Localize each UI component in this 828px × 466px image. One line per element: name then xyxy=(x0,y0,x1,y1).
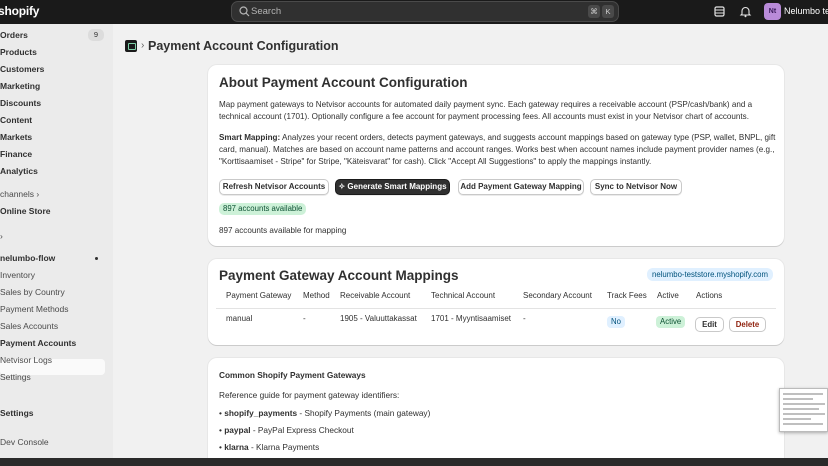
gateway-key: klarna xyxy=(224,442,249,452)
sidebar-app-item-settings[interactable]: Settings xyxy=(0,372,31,382)
sidebar-app-item-sales-accounts[interactable]: Sales Accounts xyxy=(0,321,58,331)
search-placeholder: Search xyxy=(251,6,282,17)
column-header-track-fees: Track Fees xyxy=(607,291,647,300)
sidebar-item-markets[interactable]: Markets xyxy=(0,132,32,142)
column-header-active: Active xyxy=(657,291,679,300)
cell-gateway: manual xyxy=(226,314,253,323)
sidebar-item-marketing[interactable]: Marketing xyxy=(0,81,40,91)
cell-secondary: - xyxy=(523,314,526,323)
generate-smart-mappings-button[interactable]: ✧ Generate Smart Mappings xyxy=(335,179,450,195)
app-icon[interactable] xyxy=(125,40,137,52)
shopify-logo[interactable]: shopify xyxy=(0,4,39,18)
sidebar-item-customers[interactable]: Customers xyxy=(0,64,44,74)
accounts-available-badge: 897 accounts available xyxy=(219,203,307,215)
smart-mapping-text: Analyzes your recent orders, detects pay… xyxy=(219,133,776,166)
list-item: • paypal - PayPal Express Checkout xyxy=(219,425,354,435)
gateway-desc: - Shopify Payments (main gateway) xyxy=(297,408,431,418)
active-status-badge: Active xyxy=(656,316,686,328)
sidebar-item-discounts[interactable]: Discounts xyxy=(0,98,41,108)
search-icon xyxy=(239,6,250,17)
bell-icon[interactable] xyxy=(739,5,752,18)
sidebar-item-orders[interactable]: Orders xyxy=(0,30,28,40)
command-key-hint: ⌘ xyxy=(588,5,600,18)
sync-netvisor-button[interactable]: Sync to Netvisor Now xyxy=(590,179,682,195)
top-bar: shopify Search ⌘ K Nt Nelumbo tes xyxy=(0,0,828,24)
column-header-secondary: Secondary Account xyxy=(523,291,592,300)
store-icon[interactable] xyxy=(713,5,726,18)
about-card: About Payment Account Configuration Map … xyxy=(208,65,784,246)
sidebar-app-item-sales-by-country[interactable]: Sales by Country xyxy=(0,287,65,297)
sidebar-item-dev-console[interactable]: Dev Console xyxy=(0,437,49,447)
sidebar-item-finance[interactable]: Finance xyxy=(0,149,32,159)
common-gateways-title: Common Shopify Payment Gateways xyxy=(219,370,366,380)
gateway-desc: - PayPal Express Checkout xyxy=(250,425,354,435)
list-item: • shopify_payments - Shopify Payments (m… xyxy=(219,408,431,418)
add-mapping-button[interactable]: Add Payment Gateway Mapping xyxy=(458,179,584,195)
channels-label: channels xyxy=(0,189,35,199)
list-item: • klarna - Klarna Payments xyxy=(219,442,320,452)
sidebar-app-item-payment-methods[interactable]: Payment Methods xyxy=(0,304,69,314)
sidebar-app-name[interactable]: nelumbo-flow xyxy=(0,253,55,263)
sidebar-item-online-store[interactable]: Online Store xyxy=(0,206,51,216)
about-title: About Payment Account Configuration xyxy=(219,75,468,90)
smart-mapping-description: Smart Mapping: Analyzes your recent orde… xyxy=(219,132,779,168)
cell-technical: 1701 - Myyntisaamiset xyxy=(431,314,512,323)
breadcrumb-separator: › xyxy=(141,40,145,51)
app-menu-dot-icon[interactable] xyxy=(95,257,98,260)
refresh-accounts-button[interactable]: Refresh Netvisor Accounts xyxy=(219,179,329,195)
column-header-actions: Actions xyxy=(696,291,723,300)
chevron-right-icon: › xyxy=(36,189,40,199)
track-fees-badge: No xyxy=(607,316,625,328)
edit-button[interactable]: Edit xyxy=(695,317,724,332)
mappings-title: Payment Gateway Account Mappings xyxy=(219,268,459,283)
sidebar-item-content[interactable]: Content xyxy=(0,115,32,125)
screenshot-thumbnail[interactable] xyxy=(779,388,828,432)
column-header-receivable: Receivable Account xyxy=(340,291,411,300)
avatar[interactable]: Nt xyxy=(764,3,781,20)
dock-bar xyxy=(0,458,828,466)
delete-button[interactable]: Delete xyxy=(729,317,766,332)
search-bar[interactable]: Search ⌘ K xyxy=(231,1,619,22)
column-header-technical: Technical Account xyxy=(431,291,496,300)
cell-receivable: 1905 - Valuuttakassat xyxy=(340,314,417,323)
accounts-available-text: 897 accounts available for mapping xyxy=(219,226,347,235)
sidebar-app-item-payment-accounts[interactable]: Payment Accounts xyxy=(0,338,76,348)
column-header-method: Method xyxy=(303,291,330,300)
k-key-hint: K xyxy=(602,5,614,18)
store-name[interactable]: Nelumbo tes xyxy=(784,6,828,16)
store-domain-badge: nelumbo-teststore.myshopify.com xyxy=(647,268,773,281)
sales-channels-header[interactable]: channels › xyxy=(0,189,39,199)
sidebar: Orders 9 Products Customers Marketing Di… xyxy=(0,24,113,460)
cell-method: - xyxy=(303,314,306,323)
sidebar-item-products[interactable]: Products xyxy=(0,47,37,57)
sidebar-item-analytics[interactable]: Analytics xyxy=(0,166,38,176)
apps-chevron-icon[interactable]: › xyxy=(0,231,3,241)
gateway-desc: - Klarna Payments xyxy=(248,442,320,452)
table-divider xyxy=(216,308,776,309)
gateway-key: shopify_payments xyxy=(224,408,298,418)
sidebar-app-item-inventory[interactable]: Inventory xyxy=(0,270,35,280)
common-gateways-intro: Reference guide for payment gateway iden… xyxy=(219,390,400,400)
page-title: Payment Account Configuration xyxy=(148,39,339,53)
mappings-card: Payment Gateway Account Mappings nelumbo… xyxy=(208,259,784,345)
column-header-gateway: Payment Gateway xyxy=(226,291,292,300)
sidebar-app-item-netvisor-logs[interactable]: Netvisor Logs xyxy=(0,355,52,365)
gateway-key: paypal xyxy=(224,425,251,435)
smart-mapping-label: Smart Mapping: xyxy=(219,133,281,142)
orders-count-badge: 9 xyxy=(88,29,104,41)
generate-label: Generate Smart Mappings xyxy=(347,182,447,191)
sidebar-item-settings[interactable]: Settings xyxy=(0,408,34,418)
about-description: Map payment gateways to Netvisor account… xyxy=(219,100,753,121)
common-gateways-card: Common Shopify Payment Gateways Referenc… xyxy=(208,358,784,466)
